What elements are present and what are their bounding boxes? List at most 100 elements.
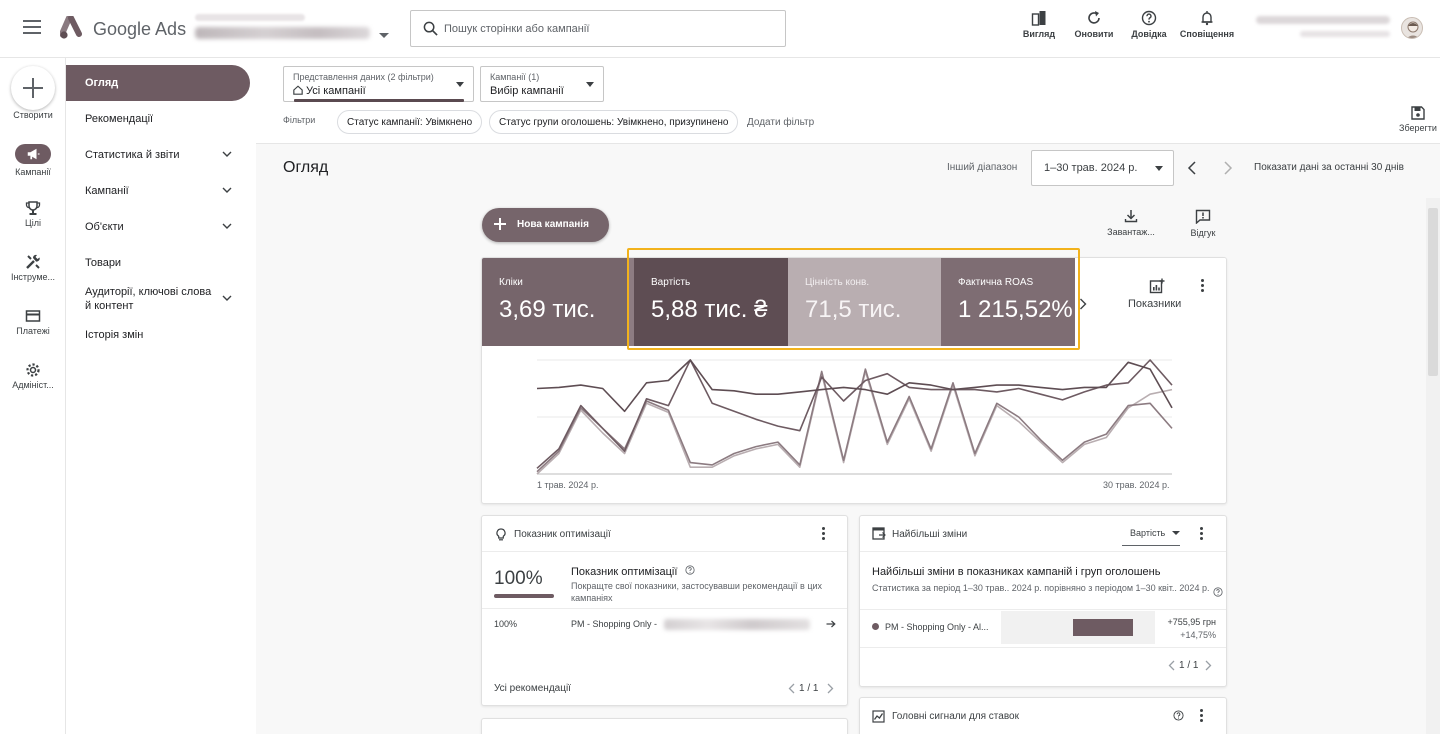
more-vert-icon[interactable]: [1200, 709, 1204, 724]
account-caret-icon[interactable]: [379, 33, 389, 38]
notifications-button[interactable]: Сповіщення: [1178, 10, 1236, 39]
rail-item-admin[interactable]: Адмініст...: [0, 362, 66, 390]
changes-row-value: +755,95 грн: [1167, 617, 1216, 627]
optimization-row[interactable]: PM - Shopping Only -: [571, 619, 810, 631]
changes-bar: [1073, 619, 1133, 636]
chevron-down-icon: [222, 151, 232, 157]
nav-item-overview[interactable]: Огляд: [66, 65, 250, 101]
megaphone-icon: [27, 148, 40, 160]
nav-item-products[interactable]: Товари: [66, 245, 250, 281]
side-nav: Огляд Рекомендації Статистика й звіти Ка…: [66, 58, 256, 734]
help-icon[interactable]: [684, 565, 695, 575]
feedback-button[interactable]: Відгук: [1184, 209, 1222, 238]
optimization-pager: 1 / 1: [799, 683, 819, 694]
avatar[interactable]: [1401, 17, 1423, 39]
menu-icon[interactable]: [23, 20, 41, 34]
nav-item-assets[interactable]: Об'єкти: [66, 209, 250, 245]
changes-metric-select[interactable]: Вартість: [1130, 528, 1180, 538]
scrollbar-thumb[interactable]: [1428, 208, 1438, 376]
partial-card: [481, 718, 848, 734]
search-box[interactable]: [410, 10, 786, 47]
home-icon: [293, 85, 303, 95]
scrollbar-track[interactable]: [1426, 198, 1440, 734]
filter-chip-adgroup-status[interactable]: Статус групи оголошень: Увімкнено, призу…: [489, 110, 739, 134]
more-vert-icon[interactable]: [1200, 527, 1204, 542]
data-view-dropdown[interactable]: Представлення даних (2 фільтри) Усі камп…: [283, 66, 474, 102]
rail-item-goals[interactable]: Цілі: [0, 200, 66, 228]
refresh-button[interactable]: Оновити: [1072, 10, 1116, 39]
rail-item-billing[interactable]: Платежі: [0, 308, 66, 336]
date-range-value: 1–30 трав. 2024 р.: [1044, 162, 1138, 174]
nav-label: Об'єкти: [85, 221, 124, 233]
nav-item-campaigns[interactable]: Кампанії: [66, 173, 250, 209]
chevron-left-icon[interactable]: [788, 683, 795, 694]
trophy-icon: [25, 201, 41, 215]
campaign-dropdown[interactable]: Кампанії (1) Вибір кампанії: [480, 66, 604, 102]
nav-item-change-history[interactable]: Історія змін: [66, 317, 250, 353]
search-icon: [423, 21, 438, 36]
more-vert-icon[interactable]: [1201, 279, 1205, 294]
caret-down-icon: [1171, 531, 1180, 535]
refresh-icon: [1088, 11, 1100, 24]
chart-line-icon: [872, 710, 885, 723]
refresh-label: Оновити: [1074, 29, 1114, 39]
redacted-text: [663, 619, 810, 631]
campaign-value: Вибір кампанії: [490, 85, 564, 97]
search-input[interactable]: [444, 18, 774, 40]
all-recommendations-link[interactable]: Усі рекомендації: [494, 683, 571, 694]
account-selector[interactable]: [195, 14, 375, 44]
chevron-left-icon[interactable]: [1187, 161, 1197, 175]
optimization-row-score: 100%: [494, 619, 518, 629]
add-filter-button[interactable]: Додати фільтр: [747, 117, 814, 128]
nav-item-recommendations[interactable]: Рекомендації: [66, 101, 250, 137]
appearance-button[interactable]: Вигляд: [1020, 10, 1058, 39]
create-button[interactable]: [11, 66, 55, 110]
save-button[interactable]: Зберегти: [1396, 106, 1440, 133]
chevron-right-icon[interactable]: [1223, 161, 1233, 175]
chevron-right-icon[interactable]: [827, 683, 834, 694]
date-range-dropdown[interactable]: 1–30 трав. 2024 р.: [1031, 150, 1174, 186]
gear-icon: [26, 363, 40, 377]
rail-label-billing: Платежі: [16, 326, 50, 336]
tools-icon: [26, 254, 40, 269]
appearance-icon: [1031, 11, 1046, 26]
more-vert-icon[interactable]: [822, 527, 826, 542]
rail-item-tools[interactable]: Інструме...: [0, 254, 66, 282]
nav-label: Кампанії: [85, 185, 129, 197]
bullet-icon: [872, 623, 879, 630]
rail-label-goals: Цілі: [25, 218, 41, 228]
data-view-text: Усі кампанії: [306, 85, 366, 97]
help-icon[interactable]: [1173, 710, 1184, 721]
chevron-right-icon[interactable]: [1205, 660, 1212, 671]
bid-signals-card: Головні сигнали для ставок: [859, 697, 1227, 734]
help-button[interactable]: Довідка: [1128, 10, 1170, 39]
rail-item-campaigns[interactable]: Кампанії: [0, 144, 66, 177]
bid-signals-header: Головні сигнали для ставок: [892, 711, 1019, 722]
download-button[interactable]: Завантаж...: [1102, 209, 1160, 237]
other-range-label: Інший діапазон: [947, 162, 1018, 173]
arrow-right-icon[interactable]: [826, 620, 836, 628]
card-icon: [25, 310, 41, 322]
nav-label: Товари: [85, 257, 122, 269]
changes-row-percent: +14,75%: [1180, 630, 1216, 640]
nav-item-audiences[interactable]: Аудиторії, ключові слова й контент: [66, 279, 250, 319]
user-info[interactable]: [1256, 16, 1390, 42]
chart-series-line-4: [536, 370, 1173, 475]
metrics-icon: [1149, 278, 1165, 294]
filters-label: Фільтри: [283, 115, 316, 125]
metrics-button[interactable]: Показники: [1093, 258, 1226, 346]
campaign-small-label: Кампанії (1): [490, 72, 540, 82]
changes-row[interactable]: PM - Shopping Only - Al...: [872, 622, 989, 632]
nav-item-insights-reports[interactable]: Статистика й звіти: [66, 137, 250, 173]
metric-label: Кліки: [499, 277, 523, 288]
metric-clicks[interactable]: Кліки 3,69 тис.: [482, 258, 629, 346]
new-campaign-button[interactable]: Нова кампанія: [482, 208, 609, 242]
filter-chip-campaign-status[interactable]: Статус кампанії: Увімкнено: [337, 110, 483, 134]
help-icon[interactable]: [1213, 587, 1223, 597]
save-label: Зберегти: [1399, 123, 1437, 133]
last-30-days-link[interactable]: Показати дані за останні 30 днів: [1254, 162, 1404, 173]
chevron-left-icon[interactable]: [1168, 660, 1175, 671]
changes-title: Найбільші зміни в показниках кампаній і …: [872, 566, 1161, 578]
download-icon: [1124, 210, 1138, 223]
optimization-score: 100%: [494, 568, 543, 589]
